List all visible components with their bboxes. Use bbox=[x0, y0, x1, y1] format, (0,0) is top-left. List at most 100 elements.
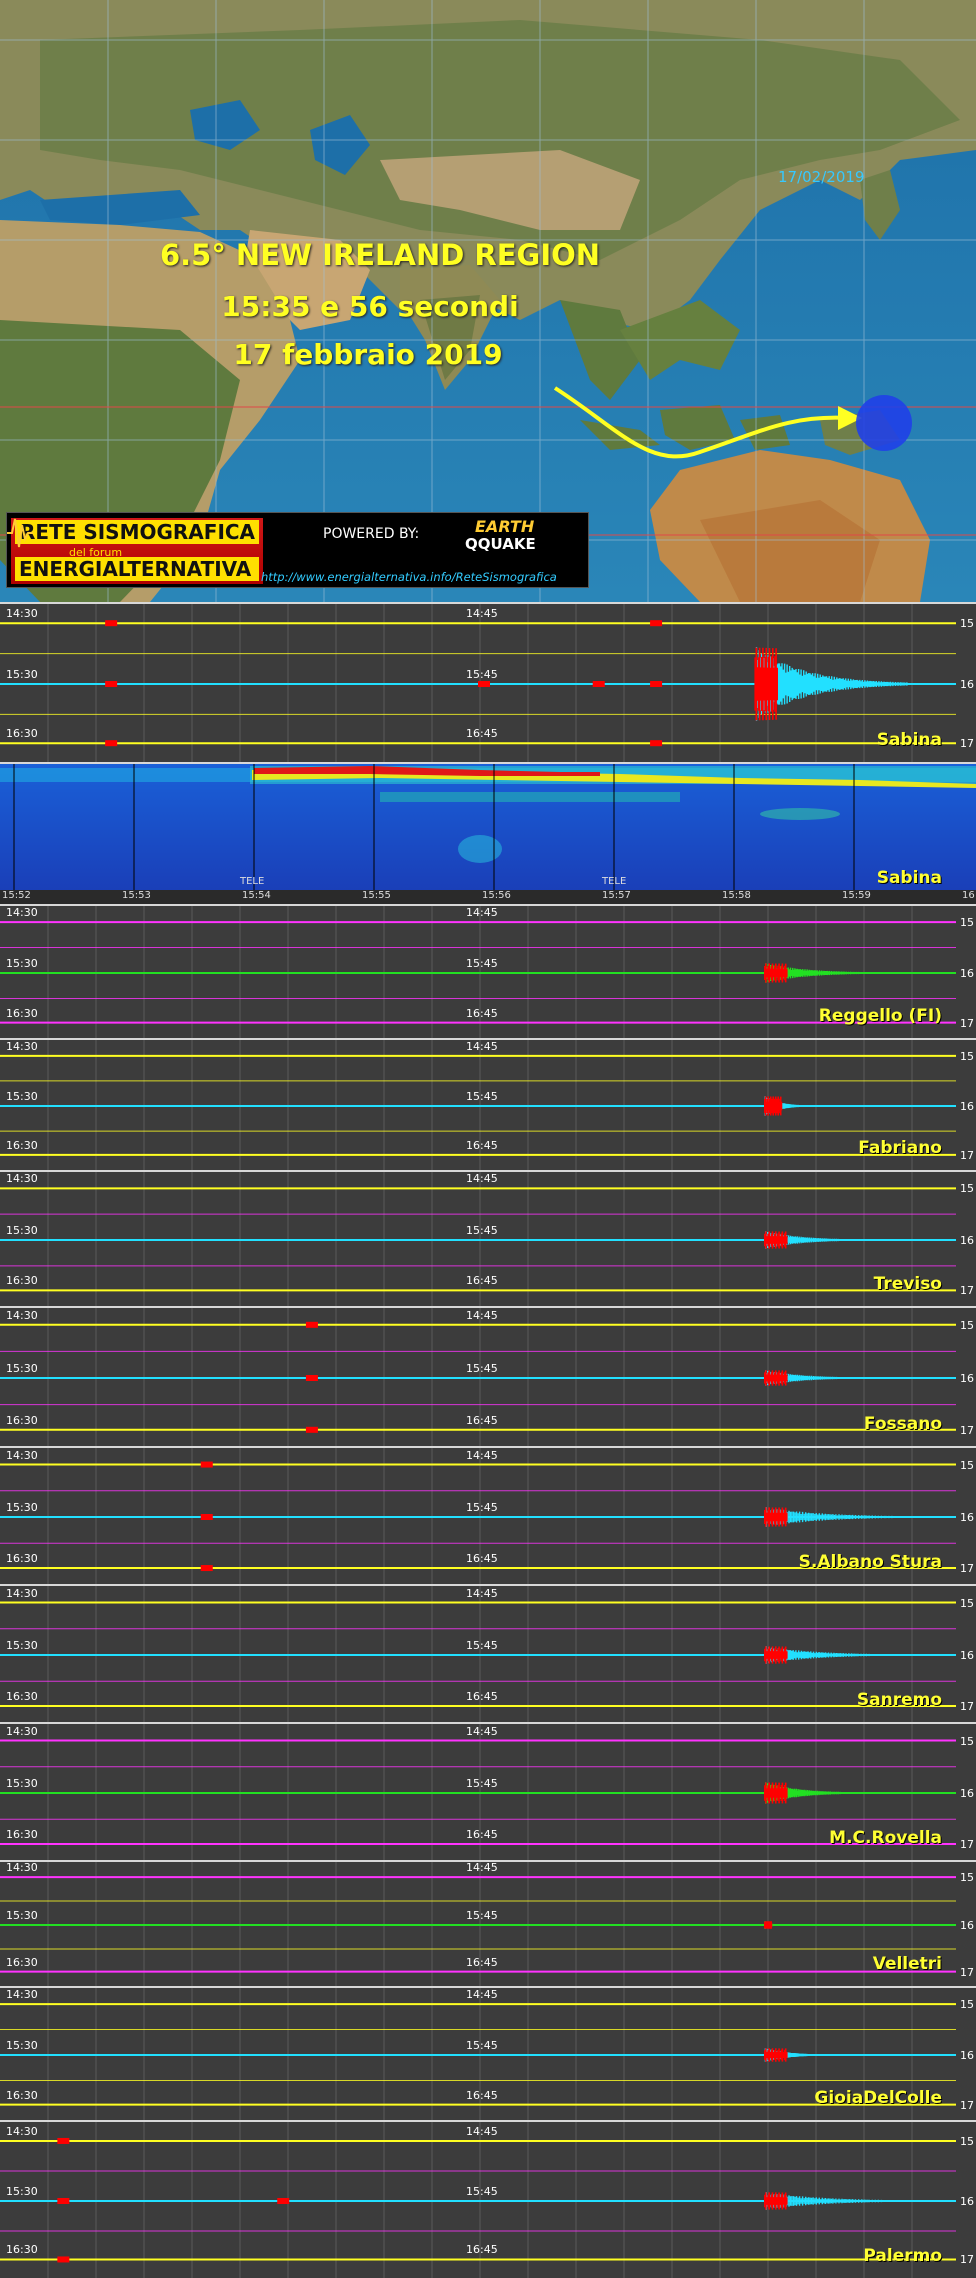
spectrogram-graphic bbox=[0, 764, 976, 904]
row-start-time: 15:30 bbox=[6, 2039, 38, 2052]
row-mid-time: 14:45 bbox=[466, 1861, 498, 1875]
trace-blip bbox=[57, 2198, 70, 2204]
row-mid-time: 16:45 bbox=[466, 2243, 498, 2257]
row-end-hour: 16 bbox=[960, 967, 974, 980]
map-date: 17/02/2019 bbox=[778, 168, 865, 186]
logo-powered-by: POWERED BY: bbox=[323, 526, 420, 542]
row-start-time: 14:30 bbox=[6, 607, 38, 621]
row-start-time: 16:30 bbox=[6, 1274, 38, 1288]
row-start-time: 14:30 bbox=[6, 906, 38, 920]
logo-brand-qquake: QQUAKE bbox=[465, 535, 536, 553]
spectrogram-tick-label: 15:57 bbox=[602, 890, 631, 901]
row-mid-time: 15:45 bbox=[466, 1090, 498, 1103]
logo-url-link[interactable]: http://www.energialternativa.info/ReteSi… bbox=[261, 570, 557, 584]
row-start-time: 16:30 bbox=[6, 1138, 38, 1152]
row-mid-time: 15:45 bbox=[466, 1639, 498, 1652]
spectrogram-tick-label: 15:54 bbox=[242, 890, 271, 901]
row-start-time: 15:30 bbox=[6, 1777, 38, 1790]
row-end-hour: 15 bbox=[960, 1049, 974, 1063]
row-start-time: 16:30 bbox=[6, 727, 38, 741]
quake-title: 6.5° NEW IRELAND REGION bbox=[159, 238, 601, 272]
tele-label: TELE bbox=[240, 876, 265, 887]
row-mid-time: 16:45 bbox=[466, 1552, 498, 1566]
row-end-hour: 17 bbox=[960, 1423, 974, 1437]
row-start-time: 14:30 bbox=[6, 1448, 38, 1462]
earthquake-map: 17/02/2019 6.5° NEW IRELAND REGION 15:35… bbox=[0, 0, 976, 602]
row-mid-time: 15:45 bbox=[466, 1777, 498, 1790]
row-end-hour: 17 bbox=[960, 1700, 974, 1714]
row-mid-time: 14:45 bbox=[466, 2124, 498, 2138]
row-mid-time: 15:45 bbox=[466, 1909, 498, 1922]
trace-blip bbox=[305, 1375, 318, 1381]
station-label: M.C.Rovella bbox=[829, 1828, 942, 1848]
row-end-hour: 15 bbox=[960, 617, 974, 631]
row-start-time: 14:30 bbox=[6, 1308, 38, 1322]
row-start-time: 15:30 bbox=[6, 1090, 38, 1103]
row-mid-time: 15:45 bbox=[466, 957, 498, 970]
row-end-hour: 15 bbox=[960, 1182, 974, 1196]
p-wave-onset bbox=[764, 1231, 788, 1249]
row-mid-time: 14:45 bbox=[466, 906, 498, 920]
row-end-hour: 16 bbox=[960, 1372, 974, 1385]
row-start-time: 15:30 bbox=[6, 1639, 38, 1652]
row-end-hour: 15 bbox=[960, 2134, 974, 2148]
p-wave-onset bbox=[754, 647, 778, 721]
station-label: Fossano bbox=[863, 1414, 942, 1434]
logo-line3: ENERGIALTERNATIVA bbox=[15, 557, 259, 581]
row-end-hour: 17 bbox=[960, 2098, 974, 2112]
trace-blip bbox=[200, 1461, 213, 1468]
seismogram-panel: 14:30 15:30 16:30 14:45 15:45 16:45 15 16 17 Gioi… bbox=[0, 1986, 976, 2120]
row-end-hour: 17 bbox=[960, 1016, 974, 1030]
seismogram-panel: 14:30 15:30 16:30 14:45 15:45 16:45 15 16 17 Trev… bbox=[0, 1170, 976, 1306]
spectrogram-tick-label: 16 bbox=[962, 890, 975, 901]
row-mid-time: 14:45 bbox=[466, 607, 498, 621]
logo-brand-earth: EARTH bbox=[475, 517, 535, 536]
row-mid-time: 14:45 bbox=[466, 1172, 498, 1186]
row-end-hour: 17 bbox=[960, 2253, 974, 2267]
row-mid-time: 16:45 bbox=[466, 1690, 498, 1704]
p-wave-onset bbox=[764, 1096, 783, 1116]
earthquake-waveform bbox=[764, 2192, 948, 2210]
row-mid-time: 14:45 bbox=[466, 1448, 498, 1462]
seismogram-panel: 14:30 15:30 16:30 14:45 15:45 16:45 15 16 17 Sabi… bbox=[0, 602, 976, 762]
quake-date: 17 febbraio 2019 bbox=[233, 338, 503, 371]
seismogram-panel: 14:30 15:30 16:30 14:45 15:45 16:45 15 16 17 Fabr… bbox=[0, 1038, 976, 1170]
earthquake-waveform bbox=[764, 1507, 948, 1527]
row-mid-time: 15:45 bbox=[466, 1224, 498, 1237]
row-end-hour: 15 bbox=[960, 1998, 974, 2012]
row-end-hour: 17 bbox=[960, 1284, 974, 1298]
spectrogram-tick-label: 15:55 bbox=[362, 890, 391, 901]
p-wave-onset bbox=[764, 1370, 788, 1386]
row-start-time: 14:30 bbox=[6, 2124, 38, 2138]
row-end-hour: 15 bbox=[960, 916, 974, 930]
trace-blip bbox=[105, 681, 118, 687]
row-end-hour: 15 bbox=[960, 1734, 974, 1748]
seismogram-panel: 14:30 15:30 16:30 14:45 15:45 16:45 15 16 17 Vell… bbox=[0, 1860, 976, 1986]
trace-blip bbox=[200, 1514, 213, 1520]
row-start-time: 16:30 bbox=[6, 2243, 38, 2257]
trace-blip bbox=[277, 2198, 290, 2204]
trace-blip bbox=[650, 620, 663, 627]
row-mid-time: 16:45 bbox=[466, 727, 498, 741]
row-end-hour: 16 bbox=[960, 1649, 974, 1662]
logo-line1: RETE SISMOGRAFICA bbox=[15, 520, 259, 544]
p-wave-onset bbox=[764, 1921, 773, 1929]
row-end-hour: 17 bbox=[960, 1562, 974, 1576]
row-end-hour: 16 bbox=[960, 1787, 974, 1800]
tele-label: TELE bbox=[602, 876, 627, 887]
earthquake-waveform bbox=[764, 1646, 928, 1664]
p-wave-onset bbox=[764, 1782, 788, 1804]
row-end-hour: 15 bbox=[960, 1458, 974, 1472]
row-start-time: 16:30 bbox=[6, 1552, 38, 1566]
row-mid-time: 14:45 bbox=[466, 1308, 498, 1322]
trace-blip bbox=[592, 681, 605, 687]
row-mid-time: 16:45 bbox=[466, 1006, 498, 1020]
row-mid-time: 15:45 bbox=[466, 2039, 498, 2052]
seismogram-panel: 14:30 15:30 16:30 14:45 15:45 16:45 15 16 17 Pale… bbox=[0, 2120, 976, 2278]
trace-blip bbox=[105, 740, 118, 747]
row-end-hour: 16 bbox=[960, 1100, 974, 1113]
seismogram-panel: 14:30 15:30 16:30 14:45 15:45 16:45 15 16 17 M.C.… bbox=[0, 1722, 976, 1860]
trace-blip bbox=[650, 740, 663, 747]
trace-blip bbox=[478, 681, 490, 687]
station-label: Reggello (FI) bbox=[818, 1006, 942, 1026]
